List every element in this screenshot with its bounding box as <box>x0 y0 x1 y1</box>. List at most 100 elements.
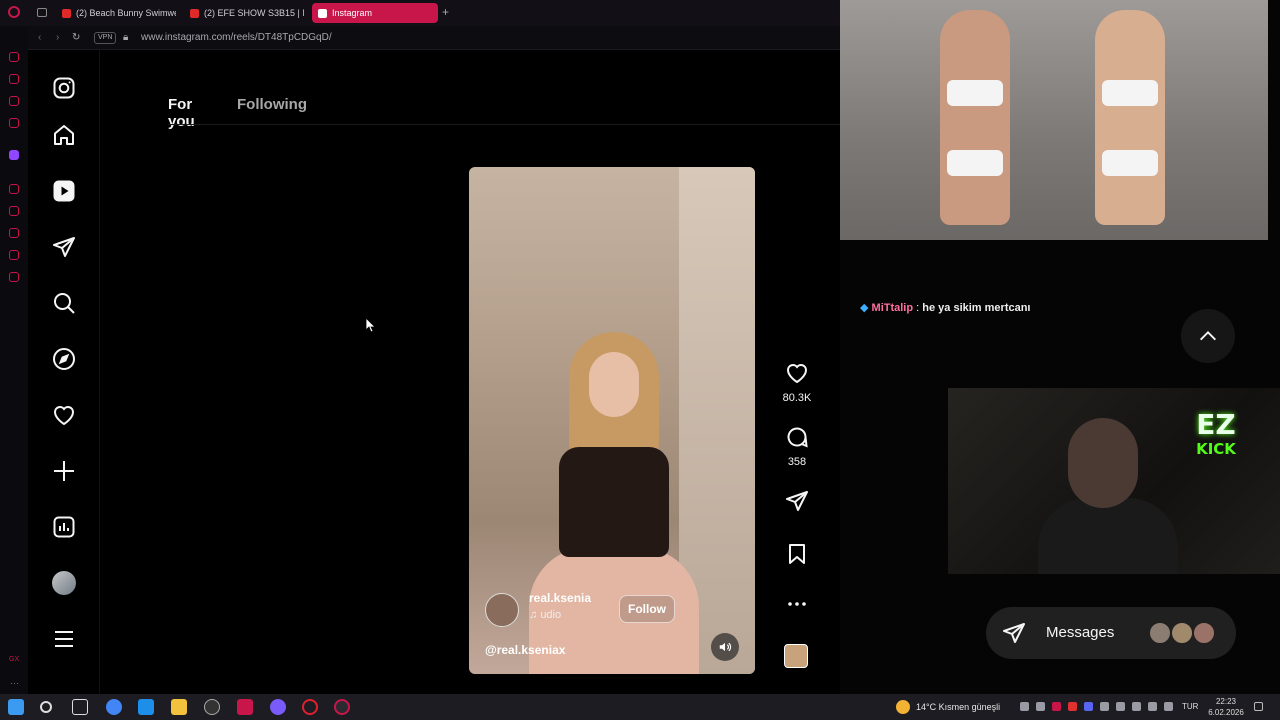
reel-video[interactable]: real.ksenia ♫ udio Follow @real.kseniax <box>469 167 755 674</box>
extensions-icon[interactable] <box>9 250 19 260</box>
tray-app-icon[interactable] <box>1068 702 1077 711</box>
heart-icon <box>786 364 808 384</box>
comment-icon <box>787 427 808 448</box>
clock-time: 22:23 <box>1215 697 1237 706</box>
voicemod-icon[interactable] <box>237 699 253 715</box>
instagram-nav-rail <box>28 50 100 694</box>
chat-username[interactable]: MiTtalip <box>872 302 914 314</box>
clock-date: 6.02.2026 <box>1208 708 1244 717</box>
like-button[interactable]: 80.3K <box>782 361 812 404</box>
tab-following[interactable]: Following <box>237 96 327 113</box>
more-menu-icon[interactable] <box>52 627 76 651</box>
webcam-figure <box>1038 498 1178 574</box>
history-icon[interactable] <box>9 184 19 194</box>
shopping-icon[interactable] <box>9 96 19 106</box>
back-icon[interactable]: ‹ <box>38 32 41 43</box>
create-icon[interactable] <box>52 459 76 483</box>
tray-speaker-icon[interactable] <box>1164 702 1173 711</box>
tab-efe-show[interactable]: (2) EFE SHOW S3B15 | M <box>184 3 304 23</box>
kick-logo-top: EZ <box>1196 408 1236 441</box>
home-icon[interactable] <box>52 123 76 147</box>
opera-icon[interactable] <box>302 699 318 715</box>
settings-icon[interactable] <box>9 272 19 282</box>
browser-tab-bar: (2) Beach Bunny Swimwe (2) EFE SHOW S3B1… <box>0 0 840 26</box>
tray-app-icon[interactable] <box>1100 702 1109 711</box>
kick-logo: EZ KICK <box>1184 408 1248 459</box>
task-view-icon[interactable] <box>72 699 88 715</box>
chat-text: he ya sikim mertcanı <box>922 302 1031 314</box>
downloads-icon[interactable] <box>9 228 19 238</box>
weather-widget[interactable]: 14°C Kısmen güneşli <box>896 700 1000 714</box>
speed-dial-icon[interactable] <box>9 52 19 62</box>
sound-toggle-button[interactable] <box>711 633 739 661</box>
twitch-icon[interactable] <box>9 150 19 160</box>
workspaces-icon[interactable] <box>37 8 47 17</box>
tab-instagram[interactable]: Instagram <box>312 3 438 23</box>
messages-label: Messages <box>1046 624 1115 641</box>
youtube-favicon-icon <box>62 8 71 18</box>
video-figure <box>559 447 669 557</box>
url-field[interactable]: www.instagram.com/reels/DT48TpCDGqD/ <box>141 32 332 43</box>
notifications-icon[interactable] <box>52 403 76 427</box>
dashboard-icon[interactable] <box>52 515 76 539</box>
tray-discord-icon[interactable] <box>1036 702 1045 711</box>
instagram-logo-icon[interactable] <box>52 76 76 100</box>
search-icon[interactable] <box>52 291 76 315</box>
vpn-badge[interactable]: VPN <box>94 32 117 44</box>
video-figure <box>940 10 1010 225</box>
start-icon[interactable] <box>8 699 24 715</box>
streamer-webcam: EZ KICK <box>948 388 1280 574</box>
messages-icon <box>1003 623 1025 643</box>
reel-author-avatar[interactable] <box>485 593 519 627</box>
file-explorer-icon[interactable] <box>171 699 187 715</box>
tray-app-icon[interactable] <box>1084 702 1093 711</box>
reload-icon[interactable]: ↻ <box>72 32 80 43</box>
new-tab-button[interactable]: + <box>442 5 449 19</box>
bookmarks-icon[interactable] <box>9 206 19 216</box>
audio-thumbnail[interactable] <box>784 644 808 668</box>
search-icon[interactable] <box>40 701 52 713</box>
instagram-favicon-icon <box>318 8 327 18</box>
messenger-icon[interactable] <box>9 118 19 128</box>
language-indicator[interactable]: TUR <box>1182 702 1198 711</box>
tray-nvidia-icon[interactable] <box>1020 702 1029 711</box>
app-icon[interactable] <box>270 699 286 715</box>
gx-icon[interactable]: GX <box>9 656 19 663</box>
profile-avatar[interactable] <box>52 571 76 595</box>
opera-logo-icon[interactable] <box>8 6 20 18</box>
ellipsis-icon <box>788 602 806 606</box>
tray-mic-icon[interactable] <box>1116 702 1125 711</box>
comment-button[interactable]: 358 <box>782 425 812 468</box>
tray-volume-icon[interactable] <box>1148 702 1157 711</box>
divider <box>168 124 840 125</box>
chrome-icon[interactable] <box>106 699 122 715</box>
forward-icon[interactable]: › <box>56 32 59 43</box>
more-options-button[interactable] <box>782 592 812 621</box>
opera-gx-icon[interactable] <box>334 699 350 715</box>
reels-icon[interactable] <box>52 179 76 203</box>
more-icon[interactable]: ⋯ <box>10 678 19 689</box>
obs-icon[interactable] <box>204 699 220 715</box>
ai-icon[interactable] <box>9 74 19 84</box>
chat-separator: : <box>913 302 923 314</box>
clock[interactable]: 22:23 6.02.2026 <box>1206 696 1246 718</box>
messages-icon[interactable] <box>52 235 76 259</box>
share-button[interactable] <box>782 489 812 518</box>
windows-taskbar: 14°C Kısmen güneşli TUR 22:23 6.02.2026 <box>0 694 1280 720</box>
reel-author-username[interactable]: real.ksenia <box>529 591 591 605</box>
bookmark-icon <box>789 544 805 564</box>
chat-badge-icon: ◆ <box>860 302 869 314</box>
tray-opera-icon[interactable] <box>1052 702 1061 711</box>
save-button[interactable] <box>782 542 812 571</box>
follow-button[interactable]: Follow <box>619 595 675 623</box>
explore-icon[interactable] <box>52 347 76 371</box>
notifications-icon[interactable] <box>1254 702 1263 711</box>
tray-network-icon[interactable] <box>1132 702 1141 711</box>
reel-caption[interactable]: @real.kseniax <box>485 643 565 657</box>
weather-sun-icon <box>896 700 910 714</box>
scroll-up-button[interactable] <box>1181 309 1235 363</box>
messages-button[interactable]: Messages <box>986 607 1236 659</box>
reel-audio-label[interactable]: ♫ udio <box>529 609 561 621</box>
tab-beach-bunny[interactable]: (2) Beach Bunny Swimwe <box>56 3 176 23</box>
edge-icon[interactable] <box>138 699 154 715</box>
